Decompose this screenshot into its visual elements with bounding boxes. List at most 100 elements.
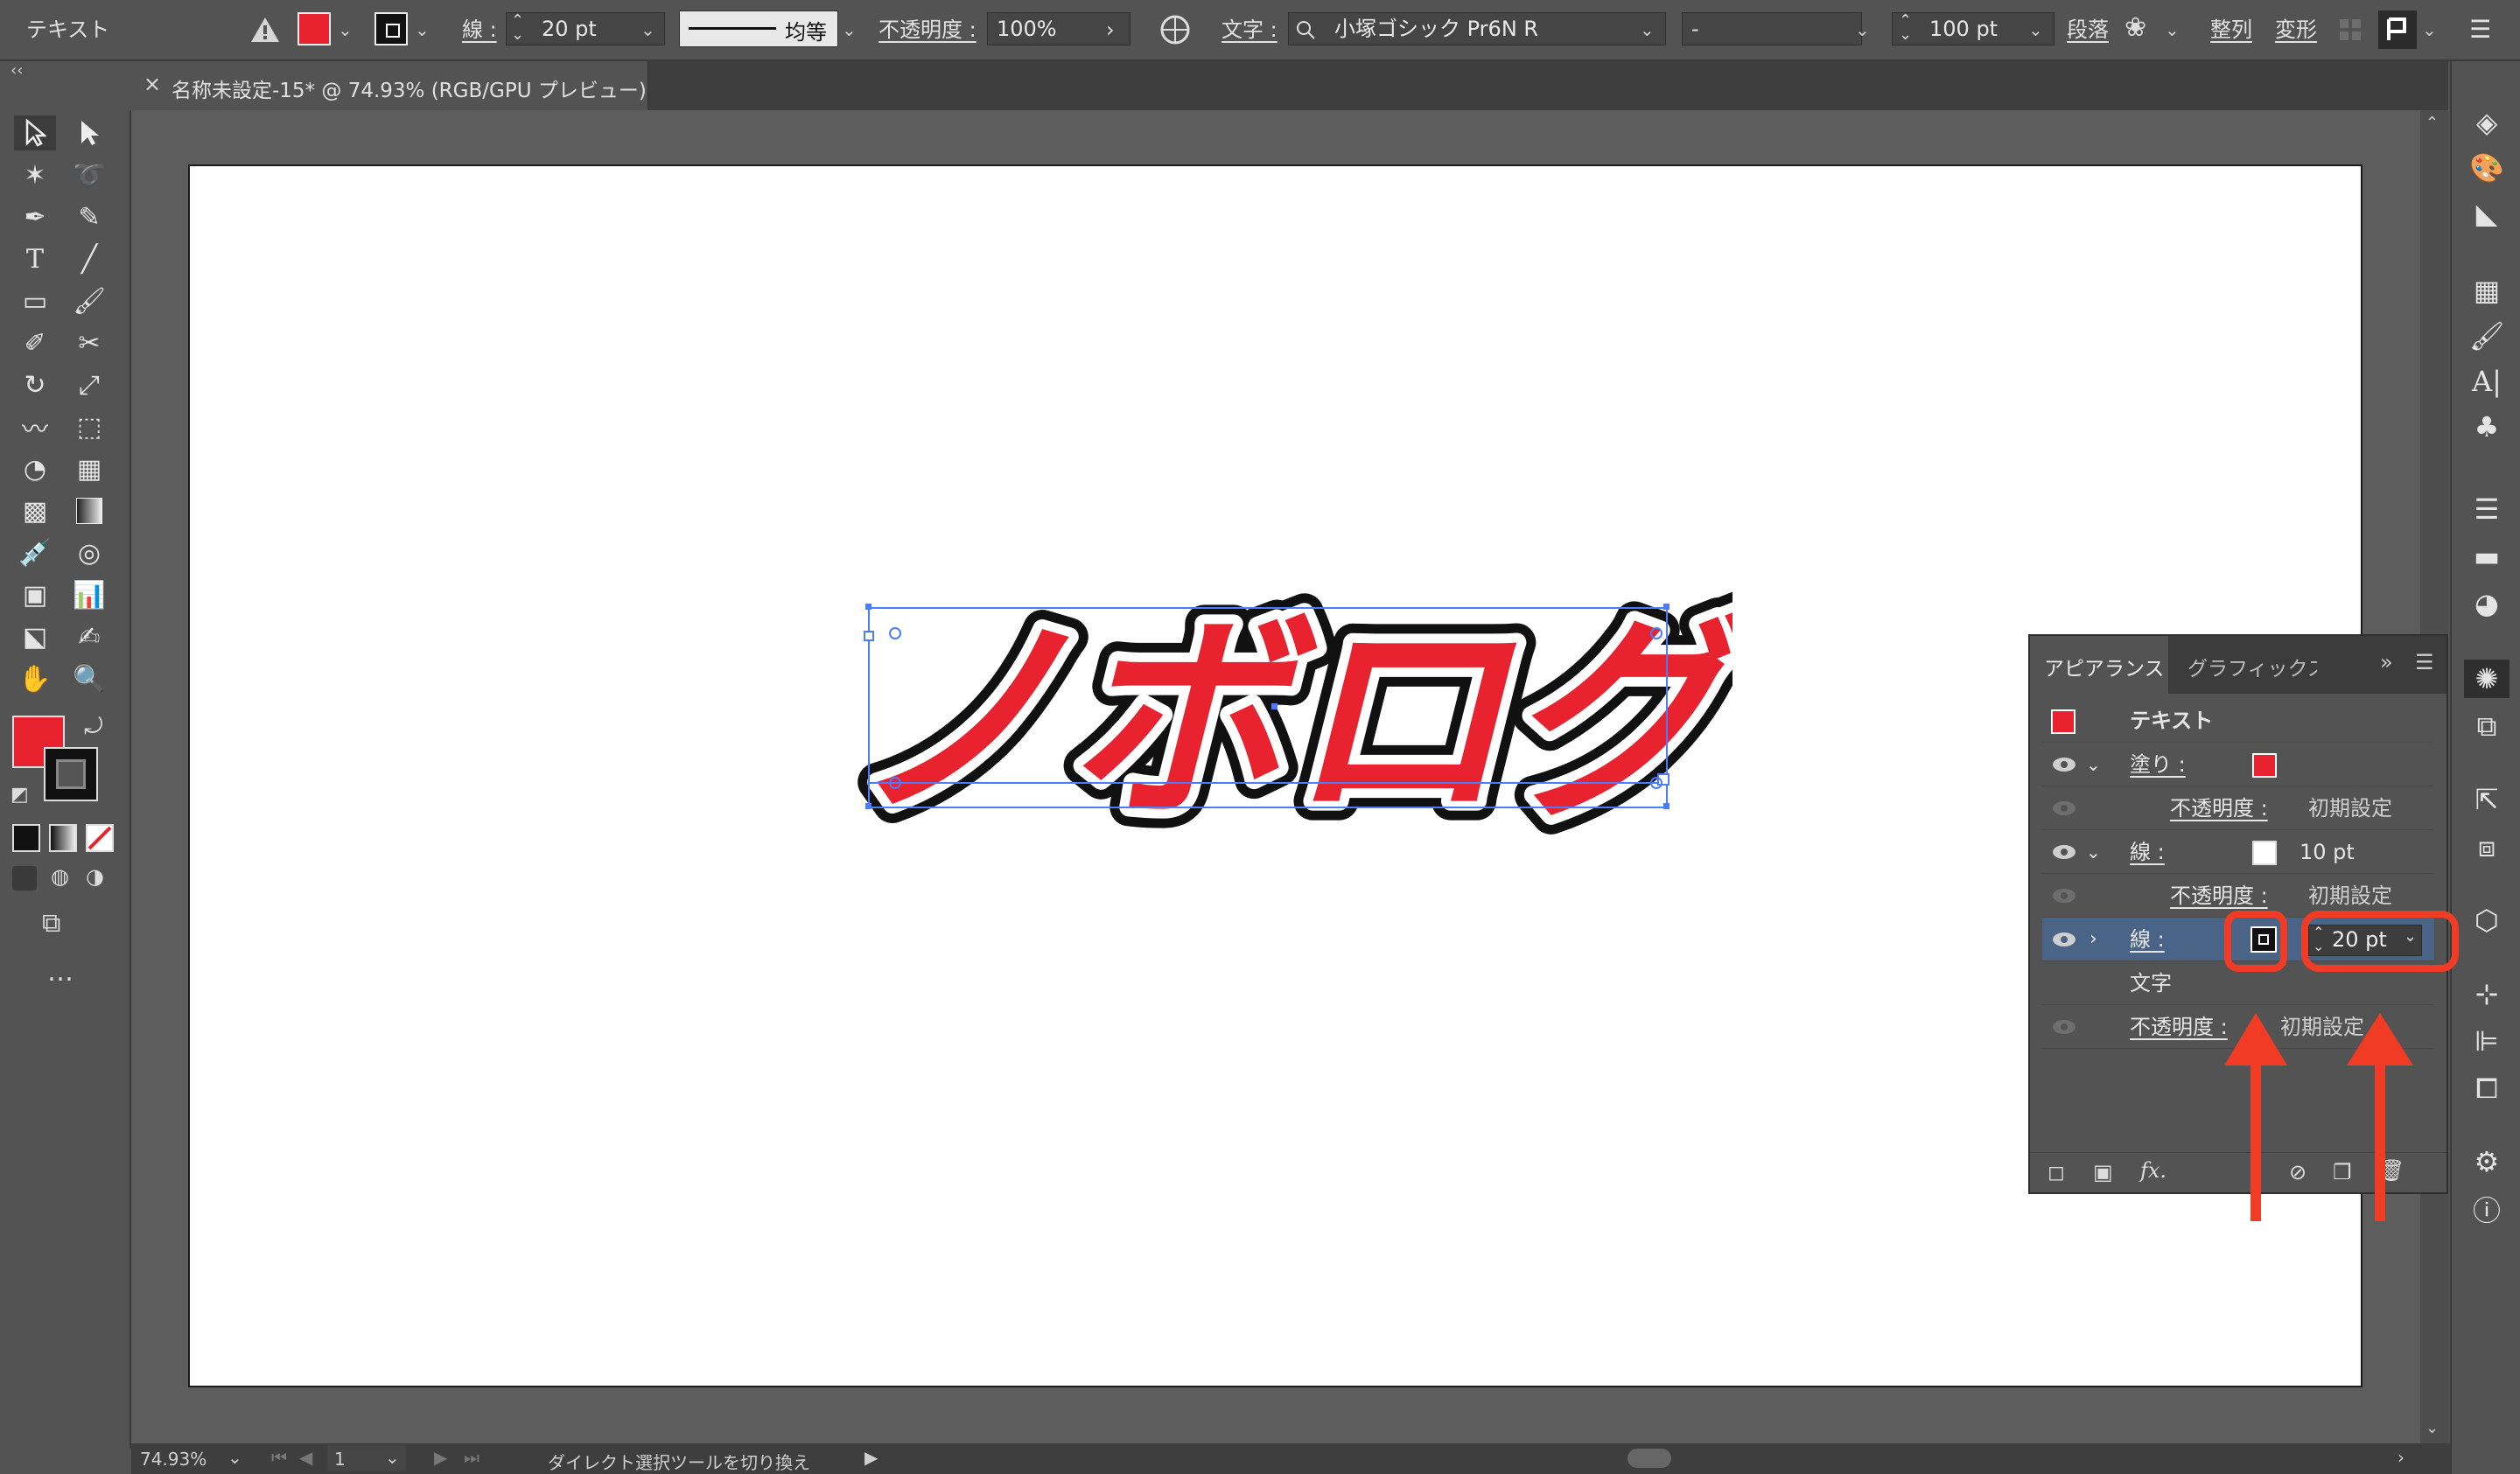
draw-inside-icon[interactable]: ◑ xyxy=(86,864,104,889)
color-guide-icon[interactable]: ◣ xyxy=(2464,194,2510,233)
free-transform-icon[interactable]: ⬚ xyxy=(68,409,110,444)
scissors-icon[interactable]: ✂ xyxy=(68,325,110,360)
eye-icon[interactable] xyxy=(2051,755,2077,774)
isolate-icon[interactable] xyxy=(2378,10,2417,49)
close-icon[interactable]: × xyxy=(144,72,161,96)
draw-normal-icon[interactable] xyxy=(12,866,37,891)
gradient-tool-icon[interactable] xyxy=(68,493,110,528)
transform-panel-icon[interactable]: ⊹ xyxy=(2464,975,2510,1013)
stepper-icon[interactable]: ⌃ ⌄ xyxy=(1899,13,1912,43)
grid-icon[interactable] xyxy=(2338,17,2362,42)
screen-mode-icon[interactable]: ⧉ xyxy=(42,908,60,939)
eye-icon[interactable] xyxy=(2051,1017,2077,1037)
eye-icon[interactable] xyxy=(2051,930,2077,949)
stroke-weight-value[interactable]: 10 pt xyxy=(2300,830,2355,874)
stroke-label[interactable]: 線 : xyxy=(2130,830,2165,874)
swatches-icon[interactable]: ▦ xyxy=(2464,271,2510,310)
fx-icon[interactable]: fx. xyxy=(2140,1158,2166,1183)
panel-menu-icon[interactable]: ☰ xyxy=(2415,650,2434,674)
pathfinder-icon[interactable]: ⧠ xyxy=(2464,1069,2510,1107)
stroke-profile-select[interactable]: 均等 xyxy=(679,10,838,47)
stroke-row-1[interactable]: ⌄ 線 : 10 pt xyxy=(2042,830,2434,874)
graph-tool-icon[interactable]: 📊 xyxy=(68,577,110,612)
none-mode-icon[interactable] xyxy=(86,824,114,852)
characters-label[interactable]: 文字 xyxy=(2130,961,2172,1005)
chevron-down-icon[interactable]: ⌄ xyxy=(1855,0,1870,59)
font-family-field[interactable]: 小塚ゴシック Pr6N R xyxy=(1288,12,1666,45)
chevron-down-icon[interactable]: ⌄ xyxy=(338,0,353,59)
character-styles-icon[interactable]: A| xyxy=(2464,362,2510,401)
more-tools-icon[interactable]: … xyxy=(47,957,74,988)
collapse-toolbar-icon[interactable]: ‹‹ xyxy=(0,61,140,80)
fill-color-swatch[interactable] xyxy=(298,12,331,45)
eye-icon[interactable] xyxy=(2051,886,2077,905)
appearance-icon[interactable]: ✺ xyxy=(2464,660,2510,698)
warning-icon[interactable] xyxy=(250,16,280,44)
align-panel-icon[interactable]: ⊫ xyxy=(2464,1022,2510,1060)
default-colors-icon[interactable]: ◩ xyxy=(10,784,29,806)
gradient-panel-icon[interactable]: ▬ xyxy=(2464,537,2510,576)
paragraph-link[interactable]: 段落 xyxy=(2067,0,2109,59)
selection-bounding-box[interactable] xyxy=(862,604,1684,814)
gradient-mode-icon[interactable] xyxy=(49,824,77,852)
brush-icon[interactable]: 🖌 xyxy=(2464,317,2510,355)
fill-row[interactable]: ⌄ 塗り : xyxy=(2042,743,2434,786)
properties-icon[interactable]: ⚙ xyxy=(2464,1142,2510,1181)
stroke-swatch[interactable] xyxy=(44,747,98,801)
fill-label[interactable]: 塗り : xyxy=(2130,743,2186,786)
info-icon[interactable]: ⓘ xyxy=(2464,1190,2510,1228)
chevron-down-icon[interactable]: ⌄ xyxy=(2422,0,2437,59)
chevron-down-icon[interactable]: ⌄ xyxy=(2165,0,2180,59)
magic-wand-icon[interactable]: ✶ xyxy=(14,157,56,192)
prev-artboard-icon[interactable]: ◀ xyxy=(299,1447,312,1468)
last-artboard-icon[interactable]: ⏭ xyxy=(464,1447,480,1468)
warp-tool-icon[interactable]: 〰 xyxy=(14,409,56,445)
color-icon[interactable]: 🎨 xyxy=(2464,149,2510,187)
chevron-down-icon[interactable]: ⌄ xyxy=(2028,0,2043,59)
chevron-down-icon[interactable]: ⌄ xyxy=(385,1447,400,1468)
rectangle-tool-icon[interactable]: ▭ xyxy=(14,283,56,318)
shaper-tool-icon[interactable]: ✐ xyxy=(14,325,56,360)
rotate-tool-icon[interactable]: ↻ xyxy=(14,367,56,402)
pen-tool-icon[interactable]: ✒ xyxy=(14,199,56,234)
hand-tool-icon[interactable]: ✋ xyxy=(14,661,56,696)
chevron-right-icon[interactable]: › xyxy=(1106,0,1115,59)
fill-opacity-row[interactable]: 不透明度 : 初期設定 xyxy=(2042,786,2434,830)
eyedropper-icon[interactable]: 💉 xyxy=(14,535,56,570)
eye-icon[interactable] xyxy=(2051,842,2077,862)
chevron-down-icon[interactable]: ⌄ xyxy=(228,1447,242,1468)
next-artboard-icon[interactable]: ▶ xyxy=(434,1447,447,1468)
mesh-tool-icon[interactable]: ▩ xyxy=(14,493,56,528)
transform-link[interactable]: 変形 xyxy=(2275,0,2317,59)
curvature-tool-icon[interactable]: ✎ xyxy=(68,199,110,234)
expand-panel-icon[interactable]: » xyxy=(2380,650,2393,674)
document-tab[interactable]: × 名称未設定-15* @ 74.93% (RGB/GPU プレビュー) xyxy=(130,61,648,110)
draw-behind-icon[interactable]: ◍ xyxy=(51,864,69,889)
status-menu-arrow-icon[interactable]: ▶ xyxy=(864,1447,878,1468)
add-fill-icon[interactable]: ▣ xyxy=(2093,1160,2113,1184)
menu-icon[interactable]: ☰ xyxy=(2469,0,2491,59)
artboard-tool-icon[interactable]: ⬕ xyxy=(14,619,56,654)
scroll-down-icon[interactable]: ⌄ xyxy=(2426,1419,2439,1437)
graphic-styles-icon[interactable]: ⧉ xyxy=(2464,707,2510,745)
recolor-icon[interactable] xyxy=(1160,15,1190,45)
chevron-down-icon[interactable]: ⌄ xyxy=(2086,743,2101,786)
horizontal-scroll-thumb[interactable] xyxy=(1628,1449,1671,1468)
color-mode-icon[interactable] xyxy=(12,824,40,852)
tab-appearance[interactable]: アピアランス xyxy=(2030,636,2168,694)
symbols-icon[interactable]: ♣ xyxy=(2464,408,2510,446)
add-stroke-icon[interactable]: ◻ xyxy=(2048,1160,2065,1184)
stepper-icon[interactable]: ⌃ ⌄ xyxy=(511,13,524,43)
shape-builder-icon[interactable]: ◔ xyxy=(14,451,56,486)
first-artboard-icon[interactable]: ⏮ xyxy=(271,1447,287,1468)
stroke-color-swatch[interactable] xyxy=(374,12,408,45)
selection-tool-icon[interactable] xyxy=(14,115,56,150)
artboard-number-field[interactable]: 1 ⌄ xyxy=(327,1445,406,1471)
type-tool-icon[interactable]: T xyxy=(14,241,56,276)
3d-icon[interactable]: ⬡ xyxy=(2464,901,2510,940)
swap-colors-icon[interactable]: ⤾ xyxy=(84,714,103,741)
scale-tool-icon[interactable]: ⤢ xyxy=(68,367,110,402)
stroke-panel-icon[interactable]: ☰ xyxy=(2464,490,2510,528)
chevron-down-icon[interactable]: ⌄ xyxy=(1640,0,1655,59)
line-tool-icon[interactable]: ╱ xyxy=(68,241,110,276)
